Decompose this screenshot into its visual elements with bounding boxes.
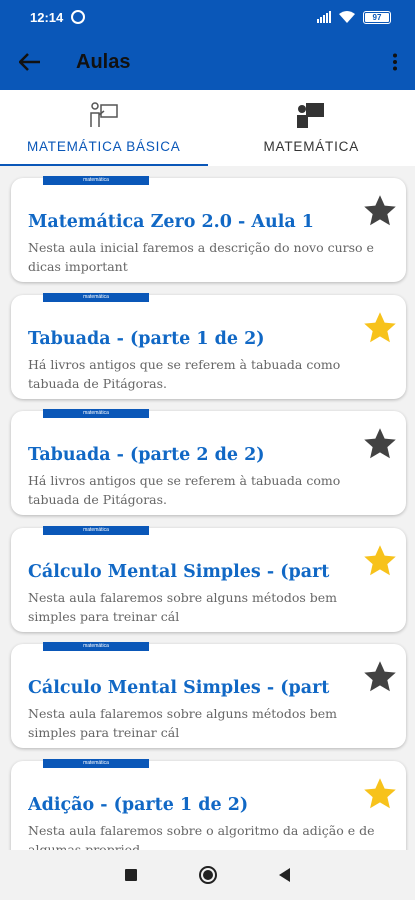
lesson-description: Há livros antigos que se referem à tabua… [28, 357, 341, 391]
lesson-title: Matemática Zero 2.0 - Aula 1 [28, 212, 314, 232]
lesson-card[interactable]: matemática Matemática Zero 2.0 - Aula 1 … [11, 176, 406, 282]
tab-label: MATEMÁTICA BÁSICA [26, 139, 181, 154]
alarm-icon [71, 10, 86, 24]
square-icon[interactable] [125, 869, 137, 881]
lesson-title: Cálculo Mental Simples - (part [28, 678, 330, 698]
status-bar: 12:14 97 [0, 0, 415, 34]
star-filled-icon[interactable] [362, 310, 398, 346]
category-tag: matemática [43, 409, 149, 418]
lesson-description: Nesta aula falaremos sobre o algoritmo d… [28, 823, 375, 850]
triangle-back-icon[interactable] [279, 868, 290, 882]
signal-icon [317, 11, 331, 23]
tab-matematica[interactable]: MATEMÁTICA [208, 90, 415, 166]
category-tag: matemática [43, 642, 149, 651]
lesson-title: Cálculo Mental Simples - (part [28, 562, 330, 582]
circle-icon[interactable] [199, 866, 217, 884]
star-outline-icon[interactable] [362, 426, 398, 462]
page-title: Aulas [76, 50, 131, 73]
more-vert-icon [393, 53, 397, 71]
tab-bar: MATEMÁTICA BÁSICA MATEMÁTICA [0, 90, 415, 166]
lecture-icon [297, 103, 325, 128]
battery-icon: 97 [363, 10, 391, 24]
star-outline-icon[interactable] [362, 193, 398, 229]
lesson-title: Adição - (parte 1 de 2) [28, 795, 249, 815]
lesson-card[interactable]: matemática Cálculo Mental Simples - (par… [11, 526, 406, 632]
tab-label: MATEMÁTICA [263, 139, 359, 154]
lesson-description: Há livros antigos que se referem à tabua… [28, 473, 341, 507]
lesson-card[interactable]: matemática Tabuada - (parte 2 de 2) Há l… [11, 409, 406, 515]
category-tag: matemática [43, 293, 149, 302]
system-nav-bar [0, 850, 415, 900]
star-filled-icon[interactable] [362, 776, 398, 812]
wifi-icon [339, 11, 355, 23]
more-options-button[interactable] [375, 34, 415, 90]
lesson-card[interactable]: matemática Cálculo Mental Simples - (par… [11, 642, 406, 748]
lesson-title: Tabuada - (parte 2 de 2) [28, 445, 265, 465]
category-tag: matemática [43, 176, 149, 185]
tab-matematica-basica[interactable]: MATEMÁTICA BÁSICA [0, 90, 208, 166]
lesson-description: Nesta aula falaremos sobre alguns método… [28, 590, 337, 624]
category-tag: matemática [43, 759, 149, 768]
lesson-description: Nesta aula falaremos sobre alguns método… [28, 706, 337, 740]
lesson-list: matemática Matemática Zero 2.0 - Aula 1 … [0, 166, 415, 850]
teacher-board-icon [90, 102, 118, 127]
star-outline-icon[interactable] [362, 659, 398, 695]
battery-level: 97 [372, 12, 382, 22]
back-button[interactable] [0, 34, 60, 90]
lesson-title: Tabuada - (parte 1 de 2) [28, 329, 265, 349]
app-bar: Aulas [0, 34, 415, 90]
lesson-card[interactable]: matemática Adição - (parte 1 de 2) Nesta… [11, 759, 406, 850]
status-time: 12:14 [30, 9, 64, 25]
arrow-back-icon [19, 53, 40, 71]
star-filled-icon[interactable] [362, 543, 398, 579]
category-tag: matemática [43, 526, 149, 535]
lesson-card[interactable]: matemática Tabuada - (parte 1 de 2) Há l… [11, 293, 406, 399]
lesson-description: Nesta aula inicial faremos a descrição d… [28, 240, 374, 274]
